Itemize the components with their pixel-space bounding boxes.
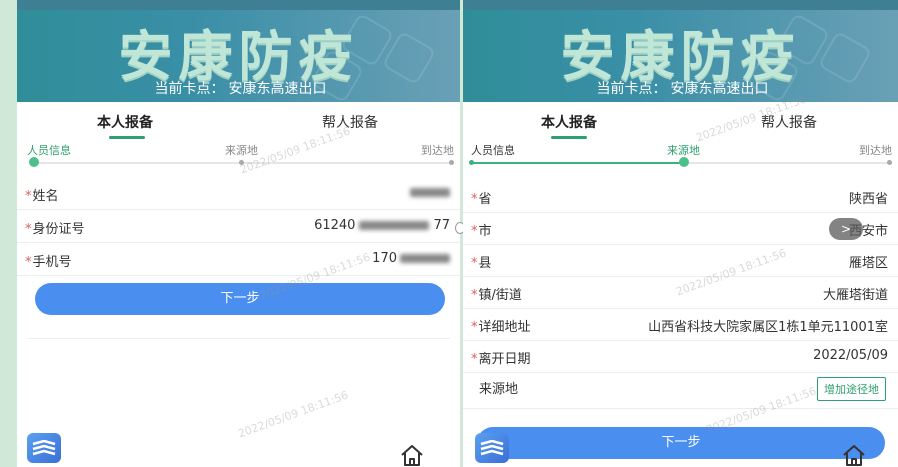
leave-date-label-text: 离开日期 [478,352,531,367]
step-track-complete [473,162,683,164]
step-track [683,162,892,164]
checkpoint-info: 当前卡点： 安康东高速出口 [17,78,460,98]
required-mark: * [471,192,478,207]
leave-date-value: 2022/05/09 [813,348,888,363]
tab-self-report[interactable]: 本人报备 [97,112,153,132]
town-label: *镇/街道 [471,284,522,303]
required-mark: * [25,222,32,237]
tab-report-for-others[interactable]: 帮人报备 [761,112,817,132]
step-personal-info: 人员信息 [27,144,71,157]
left-phone-screen: 安康防疫 当前卡点： 安康东高速出口 本人报备 帮人报备 人员信息 来源地 到达地… [17,0,460,467]
checkpoint-info: 当前卡点： 安康东高速出口 [463,78,898,98]
floating-next-arrow[interactable]: > [829,218,863,240]
required-mark: * [25,189,32,204]
name-value-redacted [410,185,450,200]
next-step-button[interactable]: 下一步 [477,427,885,459]
required-mark: * [471,256,478,271]
leave-date-label: *离开日期 [471,348,531,367]
banner: 安康防疫 当前卡点： 安康东高速出口 [463,10,898,102]
step-dot-current [679,157,689,167]
phone-value: 170 [372,251,450,266]
next-step-button[interactable]: 下一步 [35,283,445,315]
source-row: 来源地 增加途径地 [463,370,898,409]
step-dot [239,160,244,165]
step-dot [887,160,892,165]
required-mark: * [471,352,478,367]
tab-report-for-others[interactable]: 帮人报备 [322,112,378,132]
checkpoint-label: 当前卡点： [154,81,225,97]
active-tab-indicator [109,136,145,139]
address-value: 山西省科技大院家属区1栋1单元11001室 [648,320,888,335]
id-value: 61240 77 [314,218,450,233]
source-label: 来源地 [479,382,519,397]
report-tabs: 本人报备 帮人报备 [17,108,460,139]
checkpoint-label: 当前卡点： [596,81,667,97]
province-value: 陕西省 [848,192,888,207]
phone-value-prefix: 170 [372,251,397,266]
report-tabs: 本人报备 帮人报备 [463,108,898,139]
province-field[interactable]: *省 陕西省 [463,180,898,213]
province-label-text: 省 [478,192,492,207]
county-label-text: 县 [478,256,492,271]
status-bar [17,0,460,10]
banner: 安康防疫 当前卡点： 安康东高速出口 [17,10,460,102]
progress-steps: 人员信息 来源地 到达地 [17,140,460,170]
redaction [359,221,430,230]
app-logo-glyph [480,440,504,456]
id-label-text: 身份证号 [32,222,85,237]
town-value: 大雁塔街道 [822,288,888,303]
watermark: 2022/05/09 18:11:56 [236,388,351,441]
phone-label-text: 手机号 [32,255,72,270]
app-logo-icon[interactable] [475,433,509,463]
county-value: 雁塔区 [848,256,888,271]
progress-steps: 人员信息 来源地 到达地 [463,140,898,170]
checkpoint-value: 安康东高速出口 [670,81,769,97]
city-label-text: 市 [478,224,492,239]
divider [27,338,450,339]
step-origin: 来源地 [225,144,258,157]
address-label-text: 详细地址 [478,320,531,335]
required-mark: * [471,288,478,303]
name-field[interactable]: *姓名 [17,177,460,210]
id-value-prefix: 61240 [314,218,356,233]
id-number-field[interactable]: *身份证号 61240 77 [17,210,460,243]
name-label: *姓名 [25,185,59,204]
step-origin: 来源地 [667,144,700,157]
home-icon[interactable] [841,443,867,467]
phone-field[interactable]: *手机号 170 [17,243,460,276]
address-field[interactable]: *详细地址 山西省科技大院家属区1栋1单元11001室 [463,308,898,341]
app-logo-glyph [32,440,56,456]
step-destination: 到达地 [859,144,892,157]
town-field[interactable]: *镇/街道 大雁塔街道 [463,276,898,309]
step-personal-info: 人员信息 [471,144,515,157]
leave-date-field[interactable]: *离开日期 2022/05/09 [463,340,898,373]
town-label-text: 镇/街道 [478,288,522,303]
id-label: *身份证号 [25,218,85,237]
redaction [400,254,450,263]
address-label: *详细地址 [471,316,531,335]
home-icon[interactable] [399,443,425,467]
status-bar [463,0,898,10]
province-label: *省 [471,188,492,207]
app-logo-icon[interactable] [27,433,61,463]
active-tab-indicator [551,136,587,139]
required-mark: * [471,320,478,335]
county-label: *县 [471,252,492,271]
required-mark: * [471,224,478,239]
step-dot [469,160,474,165]
step-dot-current [29,157,39,167]
tab-self-report[interactable]: 本人报备 [541,112,597,132]
step-destination: 到达地 [421,144,454,157]
city-label: *市 [471,220,492,239]
checkpoint-value: 安康东高速出口 [228,81,327,97]
right-phone-screen: 安康防疫 当前卡点： 安康东高速出口 本人报备 帮人报备 人员信息 来源地 到达地… [463,0,898,467]
name-label-text: 姓名 [32,189,59,204]
id-value-suffix: 77 [433,218,450,233]
phone-label: *手机号 [25,251,72,270]
county-field[interactable]: *县 雁塔区 [463,244,898,277]
add-route-button[interactable]: 增加途径地 [817,377,886,401]
step-dot [449,160,454,165]
redaction [410,188,450,197]
required-mark: * [25,255,32,270]
